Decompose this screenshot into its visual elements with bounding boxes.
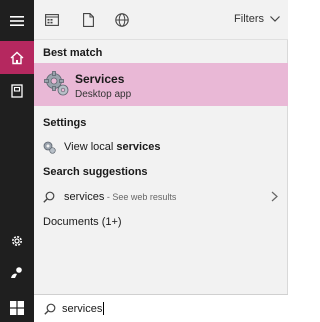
feedback-button[interactable] <box>0 262 34 284</box>
hamburger-icon <box>10 16 24 26</box>
best-match-result[interactable]: Services Desktop app <box>34 63 288 106</box>
search-suggestions-heading: Search suggestions <box>43 166 148 178</box>
documents-button[interactable] <box>0 79 34 103</box>
menu-button[interactable] <box>0 10 34 32</box>
feedback-icon <box>11 267 22 278</box>
settings-button[interactable] <box>0 230 34 252</box>
best-match-heading: Best match <box>43 47 103 59</box>
settings-heading: Settings <box>43 117 87 129</box>
search-panel: Filters Best match Services Desktop app … <box>34 0 288 294</box>
home-button[interactable] <box>0 41 34 74</box>
suggestion-hint: - See web results <box>104 192 177 202</box>
start-rail <box>0 0 34 322</box>
search-icon <box>43 191 55 203</box>
settings-result-view-local-services[interactable]: View local services <box>34 136 288 158</box>
best-match-subtitle: Desktop app <box>75 89 132 100</box>
services-gear-icon <box>44 71 69 96</box>
chevron-down-icon <box>270 16 280 22</box>
gear-icon <box>12 236 22 246</box>
settings-result-prefix: View local <box>64 141 117 153</box>
chevron-right-icon[interactable] <box>271 191 278 202</box>
documents-scope-button[interactable] <box>80 12 96 28</box>
web-suggestion-result[interactable]: services - See web results <box>34 186 288 208</box>
documents-heading[interactable]: Documents (1+) <box>43 216 122 228</box>
apps-scope-button[interactable] <box>44 12 60 28</box>
suggestion-term: services <box>64 191 105 203</box>
text-caret <box>103 302 105 315</box>
home-icon <box>10 51 24 64</box>
globe-icon <box>115 13 129 27</box>
document-icon <box>82 13 94 27</box>
windows-start-button[interactable] <box>0 296 34 320</box>
services-settings-icon <box>43 141 56 154</box>
notebook-icon <box>11 84 23 98</box>
settings-result-bold: services <box>116 141 161 153</box>
search-input[interactable]: services <box>62 303 102 315</box>
best-match-title: Services <box>75 72 125 86</box>
filters-button[interactable]: Filters <box>234 13 280 25</box>
web-scope-button[interactable] <box>114 12 130 28</box>
app-window-icon <box>45 14 59 26</box>
search-icon <box>44 303 56 315</box>
windows-logo-icon <box>10 301 24 315</box>
scope-toolbar: Filters <box>34 0 288 40</box>
search-box[interactable]: services <box>34 294 288 322</box>
filters-label: Filters <box>234 13 264 25</box>
